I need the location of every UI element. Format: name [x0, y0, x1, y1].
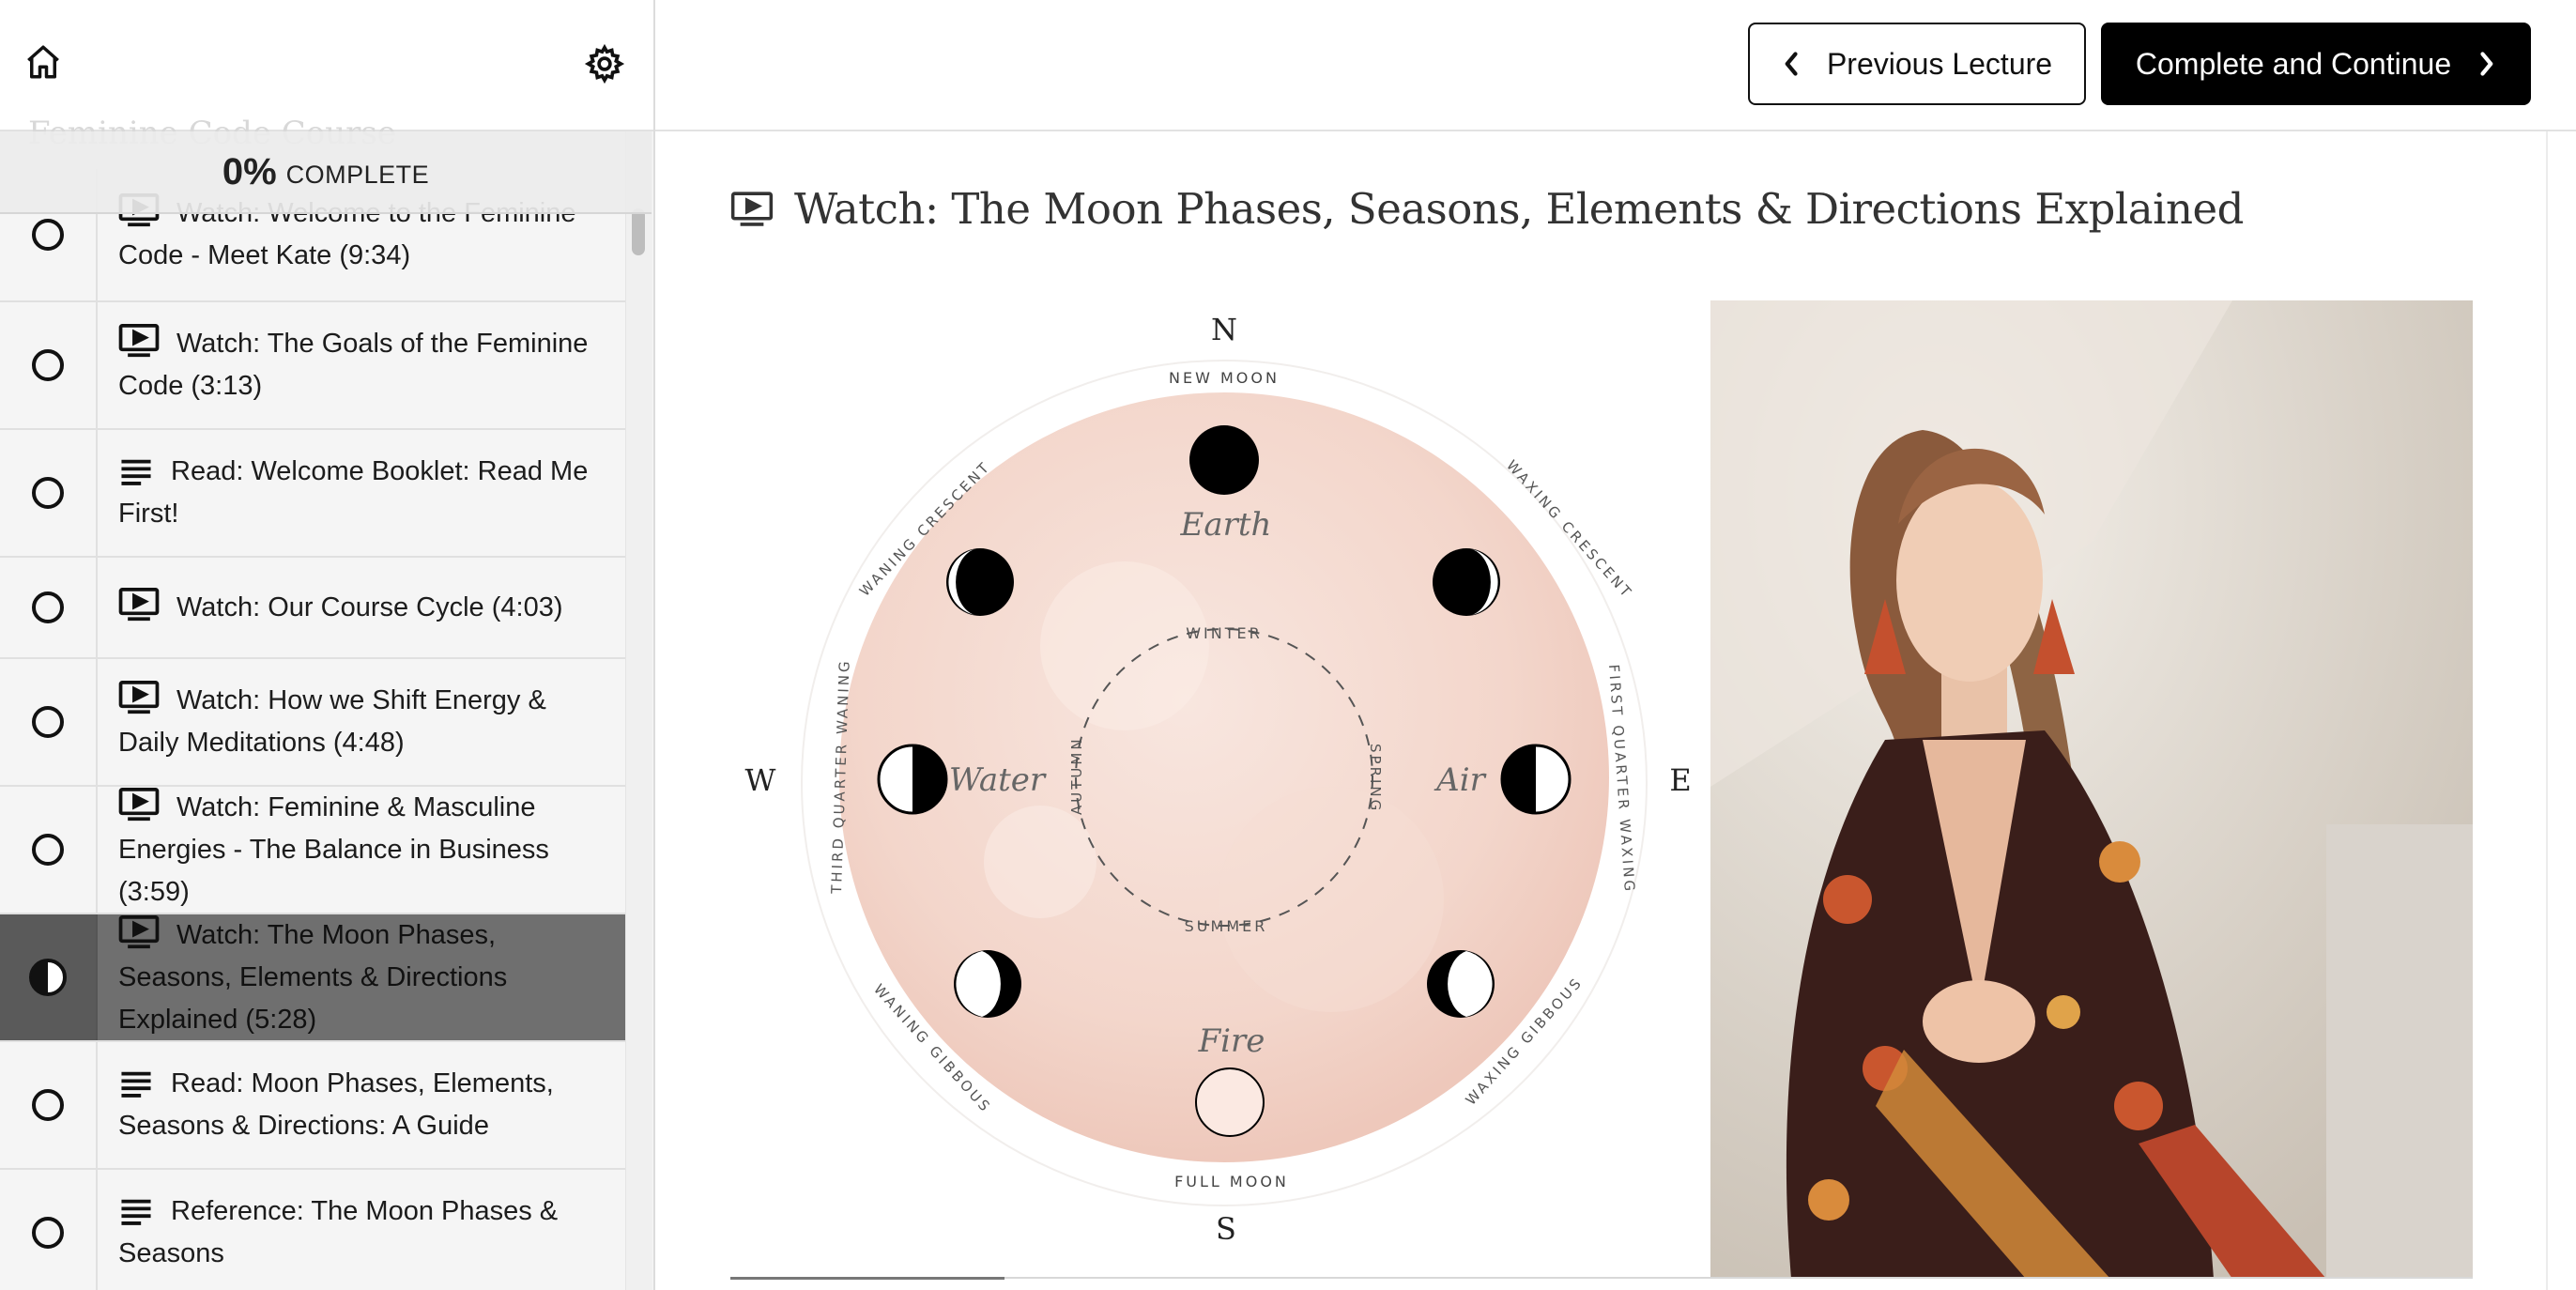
lecture-heading: Watch: The Moon Phases, Seasons, Element…: [730, 184, 2244, 234]
lecture-body: Watch: The Goals of the Feminine Code (3…: [98, 302, 625, 428]
lecture-label: Read: Welcome Booklet: Read Me First!: [118, 456, 589, 529]
incomplete-circle-icon: [32, 591, 64, 623]
lecture-label: Watch: Our Course Cycle (4:03): [176, 591, 563, 622]
phase-first-quarter: [1500, 744, 1572, 815]
direction-w: W: [745, 762, 776, 798]
presenter-video-frame: [1710, 300, 2473, 1279]
incomplete-circle-icon: [32, 1217, 64, 1249]
lecture-item[interactable]: Read: Welcome Booklet: Read Me First!: [0, 430, 625, 558]
home-button[interactable]: [15, 34, 71, 90]
text-lines-icon: [121, 459, 151, 485]
lecture-status: [0, 914, 98, 1040]
element-air: Air: [1434, 761, 1486, 799]
settings-button[interactable]: [573, 34, 636, 94]
lecture-status: [0, 430, 98, 556]
previous-lecture-label: Previous Lecture: [1826, 46, 2053, 81]
season-winter: WINTER: [1186, 624, 1263, 642]
course-progress: 0% COMPLETE: [0, 131, 652, 214]
chevron-left-icon: [1785, 52, 1798, 76]
lecture-body: Watch: Feminine & Masculine Energies - T…: [98, 787, 625, 913]
phase-waning-gibbous: [954, 950, 1021, 1018]
lecture-item[interactable]: Reference: The Moon Phases & Seasons: [0, 1170, 625, 1290]
lecture-body: Read: Moon Phases, Elements, Seasons & D…: [98, 1042, 625, 1168]
previous-lecture-button[interactable]: Previous Lecture: [1748, 23, 2086, 105]
element-water: Water: [949, 761, 1047, 799]
phase-new-moon: [1189, 425, 1259, 495]
element-earth: Earth: [1180, 506, 1272, 544]
lecture-list: Watch: Welcome to the Feminine Code - Me…: [0, 169, 625, 1290]
label-new-moon: NEW MOON: [1169, 369, 1280, 387]
label-first-quarter: FIRST QUARTER WAXING: [1605, 664, 1638, 895]
lecture-status: [0, 558, 98, 657]
lecture-label: Read: Moon Phases, Elements, Seasons & D…: [118, 1068, 554, 1141]
phase-waxing-gibbous: [1427, 950, 1495, 1018]
lecture-label: Reference: The Moon Phases & Seasons: [118, 1196, 559, 1268]
text-lines-icon: [121, 1071, 151, 1098]
incomplete-circle-icon: [32, 477, 64, 509]
phase-waxing-crescent: [1433, 548, 1500, 616]
lecture-status: [0, 1042, 98, 1168]
complete-and-continue-button[interactable]: Complete and Continue: [2101, 23, 2531, 105]
video-progress-fill: [730, 1277, 1004, 1280]
phase-full-moon: [1195, 1067, 1265, 1137]
complete-and-continue-label: Complete and Continue: [2135, 46, 2452, 81]
video-icon: [730, 191, 774, 226]
lecture-body: Read: Welcome Booklet: Read Me First!: [98, 430, 625, 556]
direction-e: E: [1669, 762, 1691, 798]
sidebar-scroll-thumb[interactable]: [632, 208, 645, 255]
direction-s: S: [1216, 1211, 1236, 1247]
season-spring: SPRING: [1367, 744, 1384, 813]
progress-percent: 0%: [222, 150, 277, 192]
lecture-label: Watch: How we Shift Energy & Daily Medit…: [118, 685, 546, 758]
half-complete-icon: [29, 959, 67, 996]
lecture-body: Watch: The Moon Phases, Seasons, Element…: [98, 914, 625, 1040]
moon-phase-diagram: N S E W NEW MOON FULL MOON WAXING CRESCE…: [745, 300, 2473, 1279]
element-fire: Fire: [1198, 1022, 1265, 1060]
incomplete-circle-icon: [32, 1089, 64, 1121]
label-full-moon: FULL MOON: [1174, 1173, 1289, 1190]
lecture-status: [0, 787, 98, 913]
sidebar-header: [0, 0, 653, 131]
lecture-label: Watch: Feminine & Masculine Energies - T…: [118, 791, 549, 907]
text-lines-icon: [121, 1199, 151, 1225]
lecture-item[interactable]: Watch: Feminine & Masculine Energies - T…: [0, 787, 625, 914]
video-icon: [118, 587, 160, 621]
lecture-item[interactable]: Watch: How we Shift Energy & Daily Medit…: [0, 659, 625, 787]
video-icon: [118, 914, 160, 948]
lecture-body: Reference: The Moon Phases & Seasons: [98, 1170, 625, 1290]
course-sidebar: Feminine Code Course Watch: Welcome to t…: [0, 0, 655, 1290]
video-icon: [118, 324, 160, 358]
lecture-body: Watch: Our Course Cycle (4:03): [98, 558, 578, 657]
lecture-status: [0, 659, 98, 785]
content-scrollbar[interactable]: [2546, 131, 2548, 1290]
lecture-item[interactable]: Watch: The Goals of the Feminine Code (3…: [0, 302, 625, 430]
lecture-label: Watch: The Goals of the Feminine Code (3…: [118, 329, 589, 401]
lecture-body: Watch: How we Shift Energy & Daily Medit…: [98, 659, 625, 785]
video-icon: [118, 681, 160, 714]
gear-icon: [584, 43, 625, 84]
season-autumn: AUTUMN: [1068, 736, 1085, 815]
lecture-media[interactable]: N S E W NEW MOON FULL MOON WAXING CRESCE…: [730, 299, 2473, 1279]
phase-third-quarter: [877, 744, 948, 815]
lecture-title: Watch: The Moon Phases, Seasons, Element…: [794, 184, 2244, 234]
lecture-status: [0, 1170, 98, 1290]
lecture-item[interactable]: Watch: Our Course Cycle (4:03): [0, 558, 625, 659]
lecture-item[interactable]: Watch: The Moon Phases, Seasons, Element…: [0, 914, 625, 1042]
phase-waning-crescent: [946, 548, 1014, 616]
incomplete-circle-icon: [32, 706, 64, 738]
incomplete-circle-icon: [32, 834, 64, 866]
incomplete-circle-icon: [32, 349, 64, 381]
lecture-status: [0, 302, 98, 428]
lecture-label: Watch: The Moon Phases, Seasons, Element…: [118, 919, 508, 1035]
incomplete-circle-icon: [32, 219, 64, 251]
chevron-right-icon: [2480, 52, 2493, 76]
sidebar-scrollbar[interactable]: [625, 131, 652, 1290]
season-summer: SUMMER: [1185, 917, 1268, 935]
progress-label: COMPLETE: [285, 160, 430, 189]
direction-n: N: [1211, 312, 1237, 347]
video-icon: [118, 787, 160, 821]
lecture-item[interactable]: Read: Moon Phases, Elements, Seasons & D…: [0, 1042, 625, 1170]
home-icon: [27, 45, 59, 79]
lecture-topbar: Previous Lecture Complete and Continue: [655, 0, 2576, 131]
